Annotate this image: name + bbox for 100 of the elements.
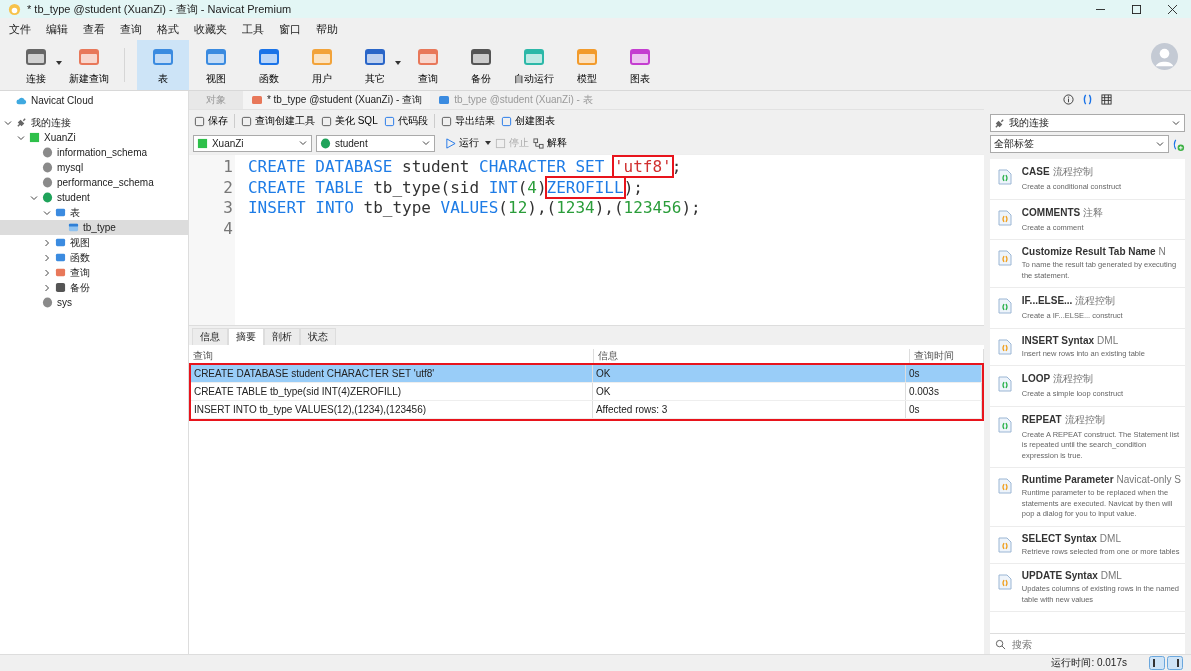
- tree-item[interactable]: 查询: [0, 265, 188, 280]
- toolbar-button[interactable]: 美化 SQL: [320, 114, 378, 128]
- chevron-icon[interactable]: [4, 118, 12, 127]
- snippet-tag: 流程控制: [1052, 165, 1093, 179]
- caret-icon[interactable]: [56, 61, 62, 65]
- add-snippet-icon[interactable]: [1172, 139, 1185, 152]
- close-icon[interactable]: [1168, 4, 1177, 14]
- chevron-icon[interactable]: [43, 238, 51, 247]
- toolbar-button[interactable]: 自动运行: [508, 40, 560, 90]
- chevron-icon[interactable]: [43, 268, 51, 277]
- connection-icon: [196, 137, 208, 149]
- chevron-icon[interactable]: [17, 133, 25, 142]
- table-icon: [438, 94, 451, 106]
- play-icon: [444, 137, 456, 149]
- database-icon: [42, 192, 53, 203]
- info-icon[interactable]: [1062, 94, 1074, 105]
- toolbar-button[interactable]: 创建图表: [500, 114, 555, 128]
- tree-item[interactable]: 我的连接: [0, 115, 188, 130]
- toolbar-button[interactable]: 新建查询: [63, 40, 115, 90]
- chevron-icon[interactable]: [43, 208, 51, 217]
- tree-item[interactable]: 备份: [0, 280, 188, 295]
- tree-item[interactable]: 视图: [0, 235, 188, 250]
- maximize-icon[interactable]: [1132, 4, 1141, 14]
- tree-item[interactable]: sys: [0, 295, 188, 310]
- toolbar-button[interactable]: 视图: [190, 40, 242, 90]
- toolbar-button[interactable]: 代码段: [383, 114, 428, 128]
- snippet-name: Customize Result Tab Name: [1021, 246, 1156, 257]
- menu-item[interactable]: 格式: [157, 21, 179, 37]
- grid-icon[interactable]: [1100, 94, 1112, 105]
- tab[interactable]: 信息: [191, 328, 228, 345]
- tab[interactable]: 剖析: [263, 328, 300, 345]
- tree-item[interactable]: tb_type: [0, 220, 188, 235]
- tree-item[interactable]: performance_schema: [0, 175, 188, 190]
- toolbar-button[interactable]: 用户: [296, 40, 348, 90]
- toolbar-button[interactable]: 保存: [193, 114, 228, 128]
- explain-button[interactable]: 解释: [532, 136, 567, 150]
- tree-item[interactable]: Navicat Cloud: [0, 93, 188, 108]
- toolbar-button[interactable]: 图表: [614, 40, 666, 90]
- snippet-file-icon: [997, 209, 1012, 226]
- chevron-icon[interactable]: [43, 283, 51, 292]
- tab[interactable]: * tb_type @student (XuanZi) - 查询: [242, 91, 431, 109]
- code-line: INSERT INTO tb_type VALUES(12),(1234),(123456);: [247, 198, 701, 218]
- tab[interactable]: 状态: [299, 328, 336, 345]
- menu-item[interactable]: 编辑: [46, 21, 68, 37]
- snippet-tag: Navicat-only S: [1116, 474, 1181, 485]
- snippet-tag: 流程控制: [1075, 294, 1116, 308]
- search-icon: [994, 638, 1006, 650]
- toolbar-button[interactable]: 查询创建工具: [240, 114, 315, 128]
- snippet-tag: N: [1158, 246, 1166, 257]
- menu-item[interactable]: 工具: [242, 21, 264, 37]
- run-button[interactable]: 运行: [444, 136, 491, 150]
- caret-icon[interactable]: [395, 61, 401, 65]
- search-field[interactable]: 搜索: [1009, 637, 1154, 651]
- toolbar-button[interactable]: 模型: [561, 40, 613, 90]
- tree-item[interactable]: information_schema: [0, 145, 188, 160]
- snippet-tag: DML: [1099, 532, 1121, 544]
- table-row[interactable]: CREATE TABLE tb_type(sid INT(4)ZEROFILL) OK 0.003s: [190, 383, 982, 401]
- left-panel-icon[interactable]: [1149, 656, 1165, 670]
- tab[interactable]: 摘要: [227, 328, 264, 345]
- table-row[interactable]: INSERT INTO tb_type VALUES(12),(1234),(123456) Affected rows: 3 0s: [190, 401, 982, 419]
- snippet-name: CASE: [1021, 166, 1050, 177]
- menu-item[interactable]: 收藏夹: [194, 21, 227, 37]
- toolbar-button[interactable]: 函数: [243, 40, 295, 90]
- toolbar-button[interactable]: 连接: [10, 40, 62, 90]
- toolbar-button[interactable]: 表: [137, 40, 189, 90]
- column-header[interactable]: 查询: [188, 349, 594, 363]
- cloud-icon: [16, 95, 27, 106]
- connection-filter[interactable]: 我的连接: [989, 114, 1185, 132]
- toolbar-button[interactable]: 导出结果: [440, 114, 495, 128]
- snippet-file-icon: [997, 169, 1012, 185]
- tag-filter[interactable]: 全部标签: [989, 135, 1169, 153]
- tree-item[interactable]: mysql: [0, 160, 188, 175]
- toolbar-button[interactable]: 查询: [402, 40, 454, 90]
- database-select[interactable]: student: [315, 134, 435, 152]
- search-box[interactable]: 搜索: [989, 633, 1185, 654]
- chevron-icon[interactable]: [30, 193, 38, 202]
- database-icon: [42, 297, 53, 308]
- snippet-file-icon: [997, 416, 1012, 433]
- menu-item[interactable]: 查询: [120, 21, 142, 37]
- chevron-down-icon: [298, 139, 307, 147]
- database-icon: [42, 147, 53, 158]
- chevron-icon[interactable]: [43, 253, 51, 262]
- toolbar-button[interactable]: 其它: [349, 40, 401, 90]
- tree-item[interactable]: student: [0, 190, 188, 205]
- tree-item[interactable]: XuanZi: [0, 130, 188, 145]
- tree-item[interactable]: 表: [0, 205, 188, 220]
- tree-item[interactable]: 函数: [0, 250, 188, 265]
- connection-select[interactable]: XuanZi: [192, 134, 312, 152]
- snippet-tag: DML: [1100, 570, 1122, 581]
- toolbar-button[interactable]: 备份: [455, 40, 507, 90]
- column-header[interactable]: 信息: [593, 349, 910, 363]
- table-row[interactable]: CREATE DATABASE student CHARACTER SET 'utf8' OK 0s: [190, 365, 982, 383]
- snippet-tag: 流程控制: [1053, 372, 1094, 386]
- menu-item[interactable]: 查看: [83, 21, 105, 37]
- snippet-name: Runtime Parameter: [1021, 474, 1114, 485]
- right-panel-icon[interactable]: [1167, 656, 1183, 670]
- menu-item[interactable]: 帮助: [316, 21, 338, 37]
- menu-item[interactable]: 文件: [9, 21, 31, 37]
- column-header[interactable]: 查询时间: [909, 349, 984, 363]
- menu-item[interactable]: 窗口: [279, 21, 301, 37]
